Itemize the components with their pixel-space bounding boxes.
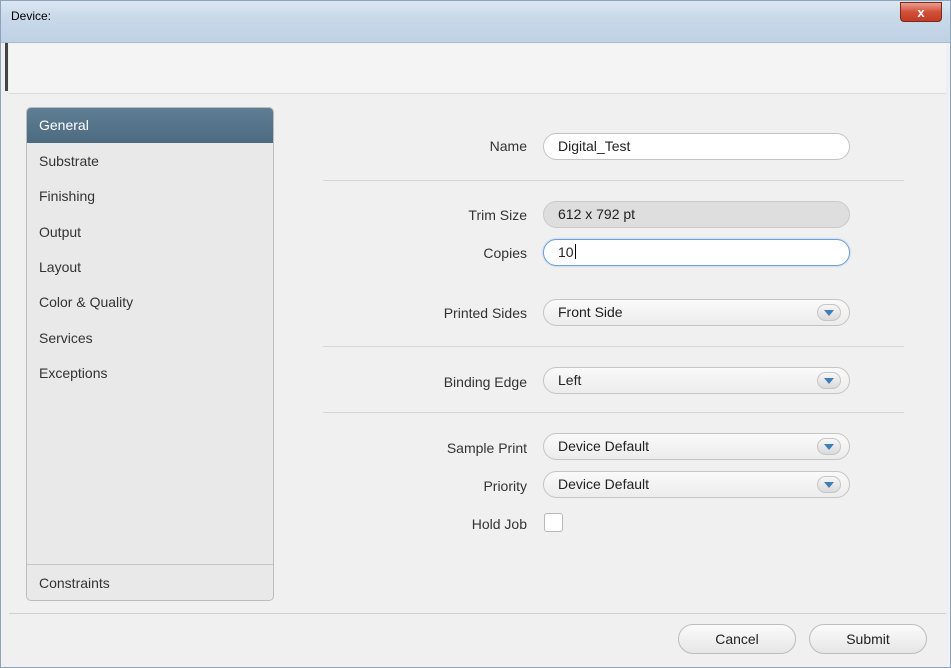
sidebar-item-color-quality[interactable]: Color & Quality (27, 285, 273, 320)
title-bar[interactable]: Device: x (1, 1, 950, 43)
trim-size-value: 612 x 792 pt (558, 206, 636, 222)
sidebar-item-label: Exceptions (39, 365, 108, 381)
trim-size-field: 612 x 792 pt (543, 201, 850, 228)
binding-edge-value: Left (558, 372, 582, 388)
cancel-button[interactable]: Cancel (678, 624, 796, 654)
chevron-down-icon[interactable] (817, 476, 841, 493)
copies-input[interactable]: 10 (543, 239, 850, 266)
sidebar-item-services[interactable]: Services (27, 321, 273, 356)
priority-value: Device Default (558, 476, 650, 492)
sidebar-item-label: General (39, 117, 89, 133)
sidebar-item-label: Finishing (39, 188, 96, 204)
copies-label: Copies (483, 245, 527, 261)
hold-job-checkbox[interactable] (544, 513, 563, 532)
close-icon: x (917, 4, 925, 20)
chevron-down-icon[interactable] (817, 372, 841, 389)
name-label: Name (489, 138, 527, 154)
name-input[interactable]: Digital_Test (543, 133, 850, 160)
sidebar-item-constraints[interactable]: Constraints (27, 564, 273, 600)
hold-job-label: Hold Job (471, 516, 527, 532)
text-caret (574, 244, 576, 259)
trim-size-label: Trim Size (468, 207, 527, 223)
sidebar-item-label: Services (39, 330, 93, 346)
section-divider (323, 412, 904, 413)
priority-label: Priority (483, 478, 527, 494)
close-button[interactable]: x (900, 2, 942, 22)
sidebar-item-finishing[interactable]: Finishing (27, 179, 273, 214)
sidebar-item-exceptions[interactable]: Exceptions (27, 356, 273, 391)
submit-button-label: Submit (846, 631, 890, 647)
cancel-button-label: Cancel (715, 631, 759, 647)
printed-sides-value: Front Side (558, 304, 623, 320)
copies-value: 10 (558, 244, 574, 260)
sidebar-item-label: Constraints (39, 575, 110, 591)
sample-print-label: Sample Print (446, 440, 527, 456)
binding-edge-select[interactable]: Left (543, 367, 850, 394)
printed-sides-label: Printed Sides (443, 305, 527, 321)
sidebar-item-output[interactable]: Output (27, 215, 273, 250)
sample-print-value: Device Default (558, 438, 650, 454)
category-sidebar: General Substrate Finishing Output Layou… (26, 107, 274, 601)
chevron-down-icon[interactable] (817, 438, 841, 455)
submit-button[interactable]: Submit (809, 624, 927, 654)
chevron-down-icon[interactable] (817, 304, 841, 321)
section-divider (323, 180, 904, 181)
left-accent-bar (5, 43, 8, 91)
section-divider (323, 346, 904, 347)
window-title: Device: (11, 9, 52, 23)
sidebar-item-label: Color & Quality (39, 294, 134, 310)
sample-print-select[interactable]: Device Default (543, 433, 850, 460)
sidebar-item-label: Output (39, 224, 82, 240)
sidebar-item-label: Layout (39, 259, 82, 275)
binding-edge-label: Binding Edge (443, 374, 527, 390)
sidebar-item-general[interactable]: General (27, 108, 273, 143)
sidebar-item-label: Substrate (39, 153, 99, 169)
sidebar-item-substrate[interactable]: Substrate (27, 144, 273, 179)
name-value: Digital_Test (558, 138, 631, 154)
footer-bar (9, 613, 946, 663)
priority-select[interactable]: Device Default (543, 471, 850, 498)
sidebar-item-layout[interactable]: Layout (27, 250, 273, 285)
header-band (9, 44, 946, 94)
printed-sides-select[interactable]: Front Side (543, 299, 850, 326)
